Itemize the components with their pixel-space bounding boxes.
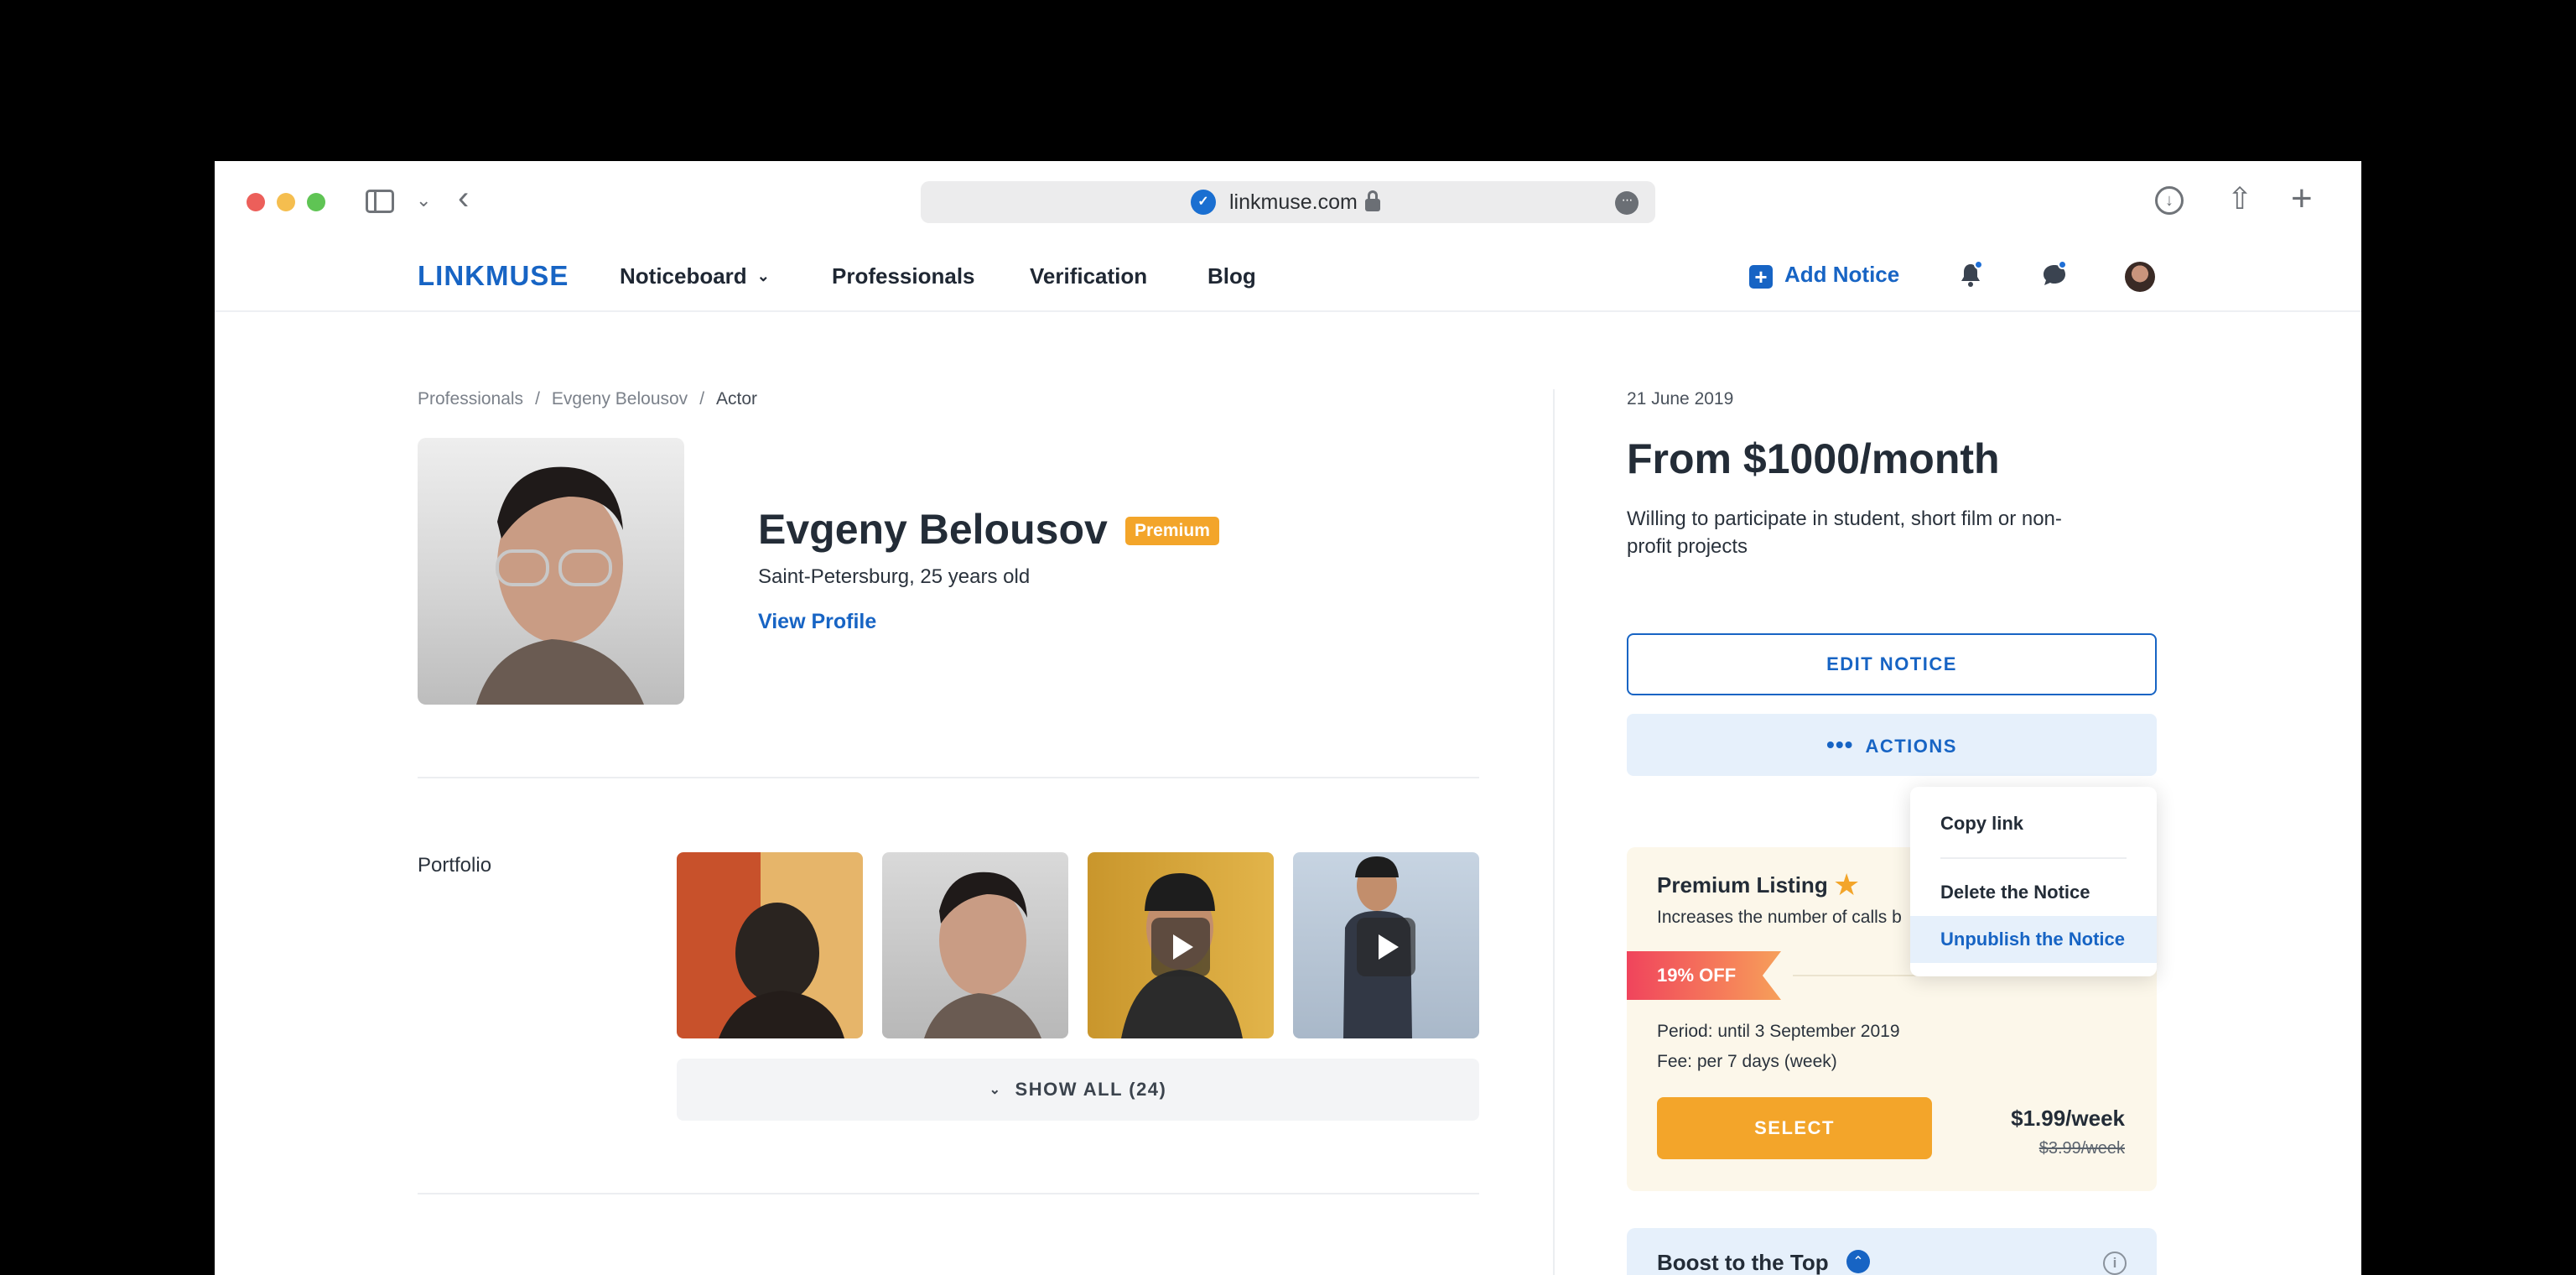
- logo[interactable]: LINKMUSE: [418, 260, 569, 292]
- nav-noticeboard[interactable]: Noticeboard ⌄: [620, 263, 770, 289]
- info-icon[interactable]: i: [2103, 1252, 2127, 1275]
- chevron-down-icon: ⌄: [756, 268, 770, 284]
- bell-icon[interactable]: [1955, 260, 1986, 290]
- browser-toolbar: ⌄ ‹ ✓ linkmuse.com ··· ↓ ⇧ +: [215, 161, 2361, 242]
- new-price: $1.99/week: [2011, 1106, 2125, 1131]
- profile-location: Saint-Petersburg, 25 years old: [758, 565, 1031, 588]
- actions-label: ACTIONS: [1865, 736, 1957, 757]
- site-favicon-icon: ✓: [1191, 190, 1216, 215]
- show-all-button[interactable]: ⌄ SHOW ALL (24): [677, 1059, 1479, 1121]
- profile-name: Evgeny Belousov: [758, 506, 1108, 553]
- nav-professionals[interactable]: Professionals: [832, 263, 975, 289]
- section-divider: [418, 777, 1479, 778]
- more-dots-icon: •••: [1826, 731, 1854, 757]
- premium-badge: Premium: [1125, 517, 1219, 545]
- portfolio-video-1[interactable]: [1088, 852, 1274, 1038]
- close-window-button[interactable]: [247, 193, 265, 211]
- download-icon[interactable]: ↓: [2155, 186, 2184, 215]
- user-avatar[interactable]: [2125, 262, 2155, 292]
- message-dot: [2058, 260, 2067, 269]
- breadcrumb-professionals[interactable]: Professionals: [418, 389, 523, 409]
- portfolio-label: Portfolio: [418, 854, 492, 877]
- minimize-window-button[interactable]: [277, 193, 295, 211]
- breadcrumb-separator: /: [699, 389, 705, 409]
- url-text: linkmuse.com: [1229, 190, 1358, 214]
- column-divider: [1553, 389, 1555, 1275]
- notice-date: 21 June 2019: [1627, 389, 1734, 409]
- fee-text: Fee: per 7 days (week): [1657, 1052, 1837, 1071]
- chevron-down-icon: ⌄: [989, 1083, 1002, 1097]
- menu-item-delete[interactable]: Delete the Notice: [1910, 869, 2157, 916]
- breadcrumb-current: Actor: [716, 389, 758, 409]
- chevron-down-icon[interactable]: ⌄: [416, 190, 431, 211]
- notice-description: Willing to participate in student, short…: [1627, 507, 2062, 558]
- portfolio-photo-1[interactable]: [677, 852, 863, 1038]
- share-icon[interactable]: ⇧: [2227, 181, 2252, 216]
- premium-listing-subtitle: Increases the number of calls b: [1657, 908, 1902, 927]
- breadcrumb-separator: /: [535, 389, 540, 409]
- premium-listing-title: Premium Listing: [1657, 872, 1828, 898]
- menu-item-unpublish[interactable]: Unpublish the Notice: [1910, 916, 2157, 963]
- menu-separator: [1940, 857, 2127, 859]
- portfolio-photo-2[interactable]: [882, 852, 1068, 1038]
- new-tab-icon[interactable]: +: [2291, 178, 2313, 220]
- portfolio-video-2[interactable]: [1293, 852, 1479, 1038]
- address-bar[interactable]: ✓ linkmuse.com ···: [921, 181, 1655, 223]
- select-button[interactable]: SELECT: [1657, 1097, 1932, 1159]
- boost-card[interactable]: Boost to the Top ⌃ i: [1627, 1228, 2157, 1275]
- zoom-window-button[interactable]: [307, 193, 325, 211]
- browser-window: ⌄ ‹ ✓ linkmuse.com ··· ↓ ⇧ + LINKMUSE No…: [215, 161, 2361, 1275]
- nav-noticeboard-label: Noticeboard: [620, 263, 747, 289]
- plus-icon: +: [1749, 265, 1773, 289]
- actions-button[interactable]: ••• ACTIONS: [1627, 714, 2157, 776]
- notice-price: From $1000/month: [1627, 435, 2000, 482]
- play-icon[interactable]: [1151, 918, 1210, 976]
- profile-photo: [418, 438, 684, 705]
- sidebar-toggle-icon[interactable]: [366, 190, 394, 213]
- site-header: LINKMUSE Noticeboard ⌄ Professionals Veri…: [215, 242, 2361, 312]
- boost-title: Boost to the Top: [1657, 1250, 1829, 1275]
- nav-verification[interactable]: Verification: [1030, 263, 1147, 289]
- star-icon: ★: [1833, 867, 1861, 902]
- old-price: $3.99/week: [2038, 1139, 2125, 1158]
- chevron-up-icon[interactable]: ⌃: [1846, 1250, 1870, 1273]
- breadcrumb: Professionals / Evgeny Belousov / Actor: [418, 389, 757, 409]
- play-icon[interactable]: [1357, 918, 1415, 976]
- edit-notice-button[interactable]: EDIT NOTICE: [1627, 633, 2157, 695]
- breadcrumb-profile[interactable]: Evgeny Belousov: [552, 389, 688, 409]
- actions-menu: Copy link Delete the Notice Unpublish th…: [1910, 787, 2157, 976]
- show-all-label: SHOW ALL (24): [1015, 1079, 1167, 1100]
- add-notice-label: Add Notice: [1784, 262, 1900, 287]
- discount-ribbon: 19% OFF: [1627, 951, 1781, 1000]
- lock-icon: [1365, 190, 1380, 211]
- chat-icon[interactable]: [2039, 260, 2070, 290]
- menu-item-copy-link[interactable]: Copy link: [1910, 800, 2157, 847]
- back-arrow-icon[interactable]: ‹: [458, 181, 469, 215]
- nav-blog[interactable]: Blog: [1208, 263, 1256, 289]
- more-options-icon[interactable]: ···: [1615, 191, 1639, 215]
- notification-dot: [1974, 260, 1983, 269]
- period-text: Period: until 3 September 2019: [1657, 1022, 1900, 1041]
- section-divider: [418, 1193, 1479, 1194]
- add-notice-button[interactable]: + Add Notice: [1749, 262, 1899, 289]
- view-profile-link[interactable]: View Profile: [758, 610, 876, 634]
